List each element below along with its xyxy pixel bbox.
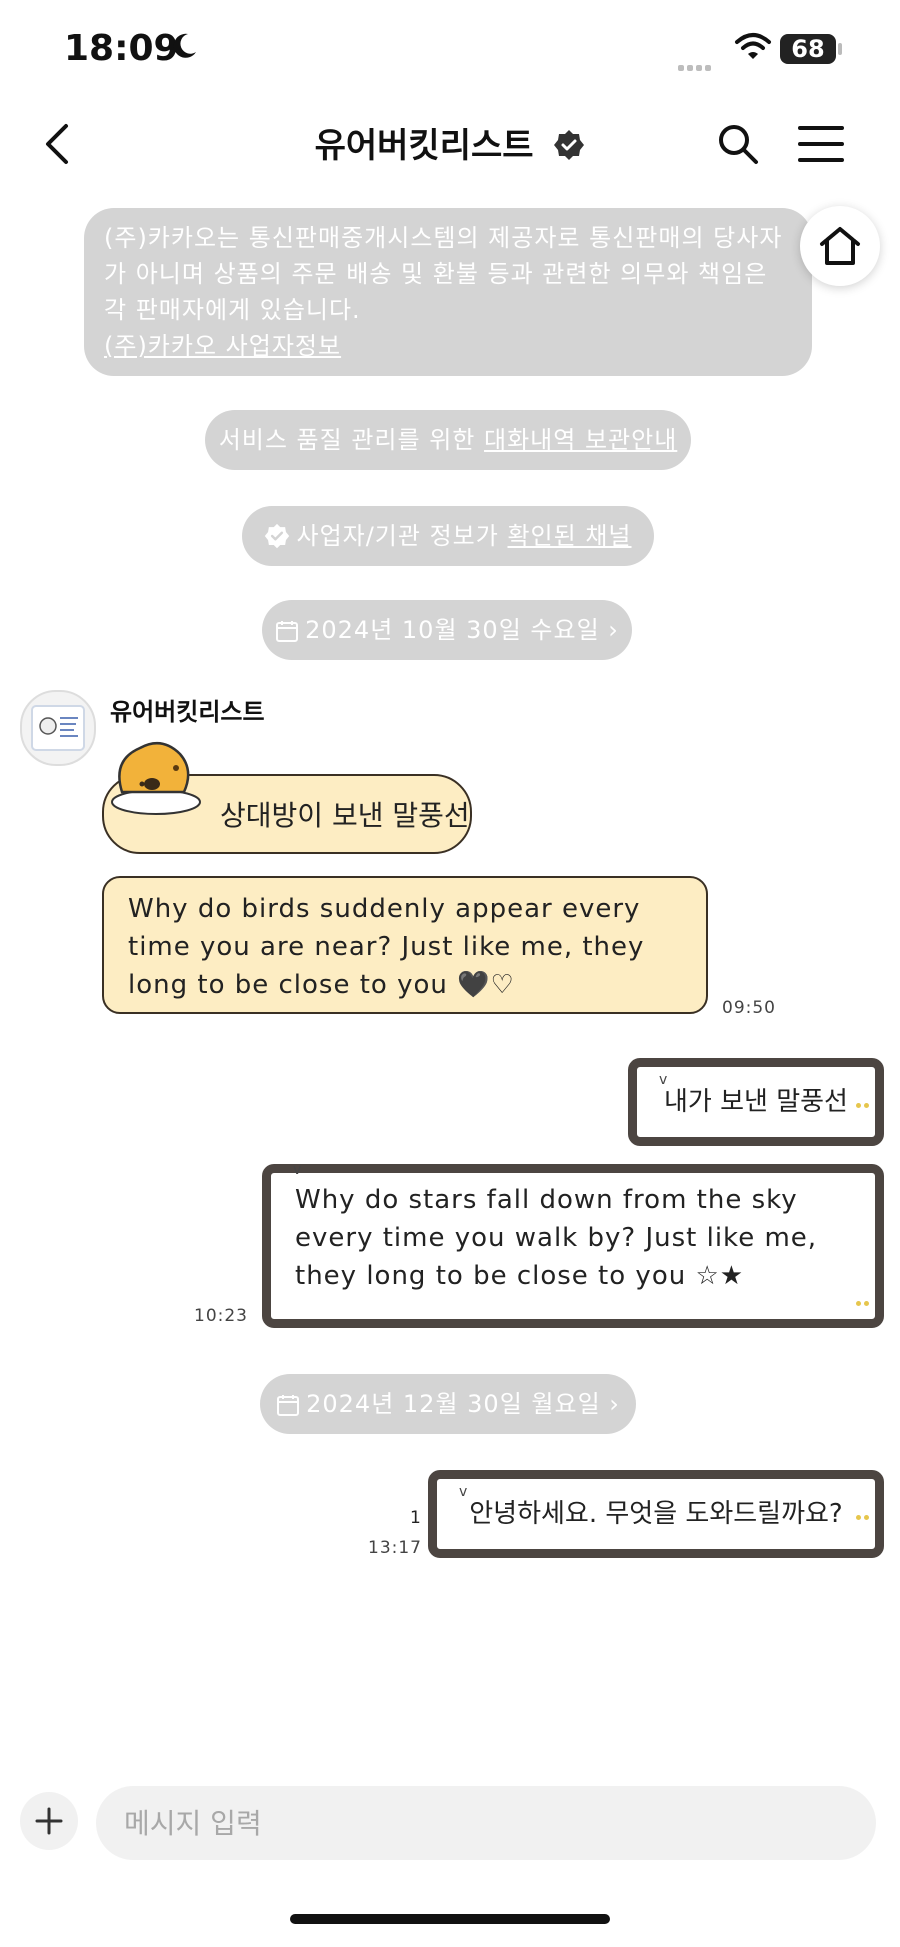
moon-icon	[173, 33, 196, 58]
verified-channel-notice: 사업자/기관 정보가 확인된 채널	[242, 506, 654, 566]
channel-name: 유어버킷리스트	[314, 126, 534, 166]
message-time: 13:17	[368, 1538, 422, 1558]
bubble-dots	[853, 1477, 869, 1547]
calendar-icon	[277, 1395, 300, 1416]
signal-icon	[678, 56, 714, 75]
add-attachment-button[interactable]	[20, 1792, 78, 1850]
business-info-link[interactable]: (주)카카오 사업자정보	[104, 328, 792, 364]
sender-avatar[interactable]	[20, 690, 96, 766]
sent-message-text: 안녕하세요. 무엇을 도와드릴까요?	[469, 1499, 843, 1529]
bubble-tail: v	[459, 1484, 468, 1500]
verified-prefix: 사업자/기관 정보가	[296, 522, 508, 550]
date-divider[interactable]: 2024년 12월 30일 월요일 ›	[260, 1374, 636, 1434]
unread-count: 1	[410, 1508, 421, 1528]
sent-message[interactable]: v Why do stars fall down from the sky ev…	[262, 1162, 884, 1328]
battery-indicator: 68	[780, 34, 836, 64]
calendar-icon	[276, 621, 299, 642]
chat-archive-prefix: 서비스 품질 관리를 위한	[218, 426, 485, 454]
message-input[interactable]	[96, 1786, 876, 1860]
sent-message-text: 내가 보낸 말풍선	[664, 1087, 848, 1117]
verified-badge-icon	[554, 130, 585, 160]
search-icon[interactable]	[716, 122, 760, 166]
status-time: 18:09	[64, 28, 179, 69]
menu-icon[interactable]	[798, 124, 844, 164]
message-time: 09:50	[722, 998, 776, 1018]
battery-cap	[838, 43, 842, 55]
bubble-dots	[853, 1279, 869, 1317]
home-button[interactable]	[800, 206, 880, 286]
sent-message[interactable]: v 안녕하세요. 무엇을 도와드릴까요?	[428, 1470, 884, 1558]
character-sticker	[111, 741, 201, 815]
date-divider-label: 2024년 12월 30일 월요일 ›	[306, 1390, 620, 1418]
chat-title: 유어버킷리스트	[0, 118, 900, 167]
wifi-icon	[735, 33, 771, 59]
message-time: 10:23	[194, 1306, 248, 1326]
chat-archive-notice: 서비스 품질 관리를 위한 대화내역 보관안내	[205, 410, 691, 470]
bubble-tail: v	[659, 1072, 668, 1088]
verified-channel-link[interactable]: 확인된 채널	[507, 522, 631, 550]
sent-message-text: Why do stars fall down from the sky ever…	[295, 1185, 818, 1291]
home-icon	[820, 227, 860, 265]
date-divider-label: 2024년 10월 30일 수요일 ›	[305, 616, 619, 644]
plus-icon	[35, 1807, 63, 1835]
sender-name: 유어버킷리스트	[110, 698, 265, 726]
bubble-dots	[853, 1065, 869, 1135]
home-indicator	[290, 1914, 610, 1924]
commerce-notice: (주)카카오는 통신판매중개시스템의 제공자로 통신판매의 당사자가 아니며 상…	[84, 208, 812, 376]
bubble-tail: v	[293, 1162, 303, 1178]
received-message[interactable]: Why do birds suddenly appear every time …	[102, 876, 708, 1014]
notice-text: (주)카카오는 통신판매중개시스템의 제공자로 통신판매의 당사자가 아니며 상…	[104, 224, 783, 324]
verified-check-icon	[265, 523, 290, 549]
chat-archive-link[interactable]: 대화내역 보관안내	[484, 426, 677, 454]
date-divider[interactable]: 2024년 10월 30일 수요일 ›	[262, 600, 632, 660]
sent-message[interactable]: v 내가 보낸 말풍선	[628, 1058, 884, 1146]
